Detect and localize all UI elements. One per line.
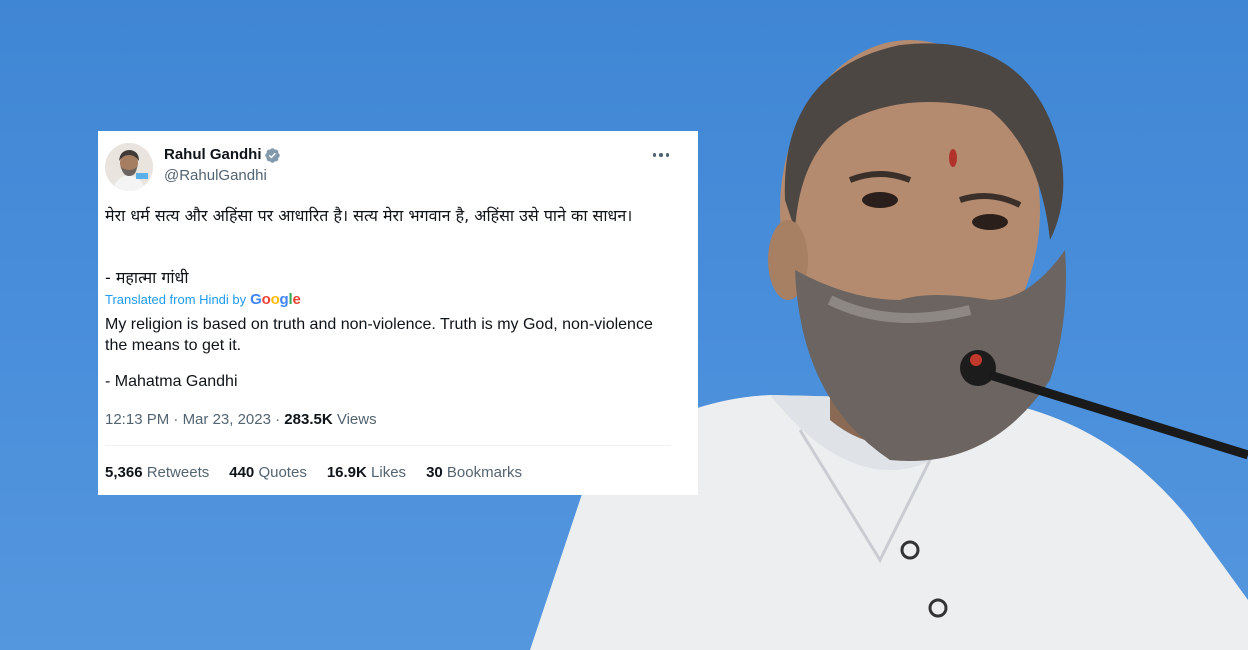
tweet-stats: 5,366 Retweets 440 Quotes 16.9K Likes 30… <box>105 464 522 481</box>
more-horizontal-icon[interactable] <box>650 145 672 165</box>
retweets-stat[interactable]: 5,366 Retweets <box>105 464 209 481</box>
views-count: 283.5K <box>284 411 333 428</box>
tweet-signature-english: - Mahatma Gandhi <box>105 373 238 390</box>
verified-badge-icon <box>265 148 280 163</box>
dot <box>659 153 663 157</box>
tweet-meta: 12:13 PM · Mar 23, 2023 · 283.5K Views <box>105 411 377 428</box>
likes-stat[interactable]: 16.9K Likes <box>327 464 406 481</box>
quotes-stat[interactable]: 440 Quotes <box>229 464 307 481</box>
tweet-timestamp[interactable]: 12:13 PM · Mar 23, 2023 <box>105 411 271 428</box>
display-name[interactable]: Rahul Gandhi <box>164 146 262 163</box>
tweet-text-english: My religion is based on truth and non-vi… <box>105 316 653 354</box>
dot <box>665 153 670 157</box>
divider <box>105 445 671 446</box>
google-logo: Google <box>250 291 301 308</box>
dot <box>652 153 657 157</box>
views-label: Views <box>336 411 377 428</box>
bookmarks-stat[interactable]: 30 Bookmarks <box>426 464 522 481</box>
tweet-text-hindi: मेरा धर्म सत्य और अहिंसा पर आधारित है। स… <box>105 206 633 225</box>
tweet-signature-hindi: - महात्मा गांधी <box>105 268 189 287</box>
avatar[interactable] <box>105 143 153 191</box>
translation-attribution[interactable]: Translated from Hindi by Google <box>105 291 301 308</box>
tweet-card: Rahul Gandhi @RahulGandhi मेरा धर्म सत्य… <box>98 131 698 495</box>
handle[interactable]: @RahulGandhi <box>164 167 267 184</box>
translated-label: Translated from Hindi by <box>105 292 247 307</box>
